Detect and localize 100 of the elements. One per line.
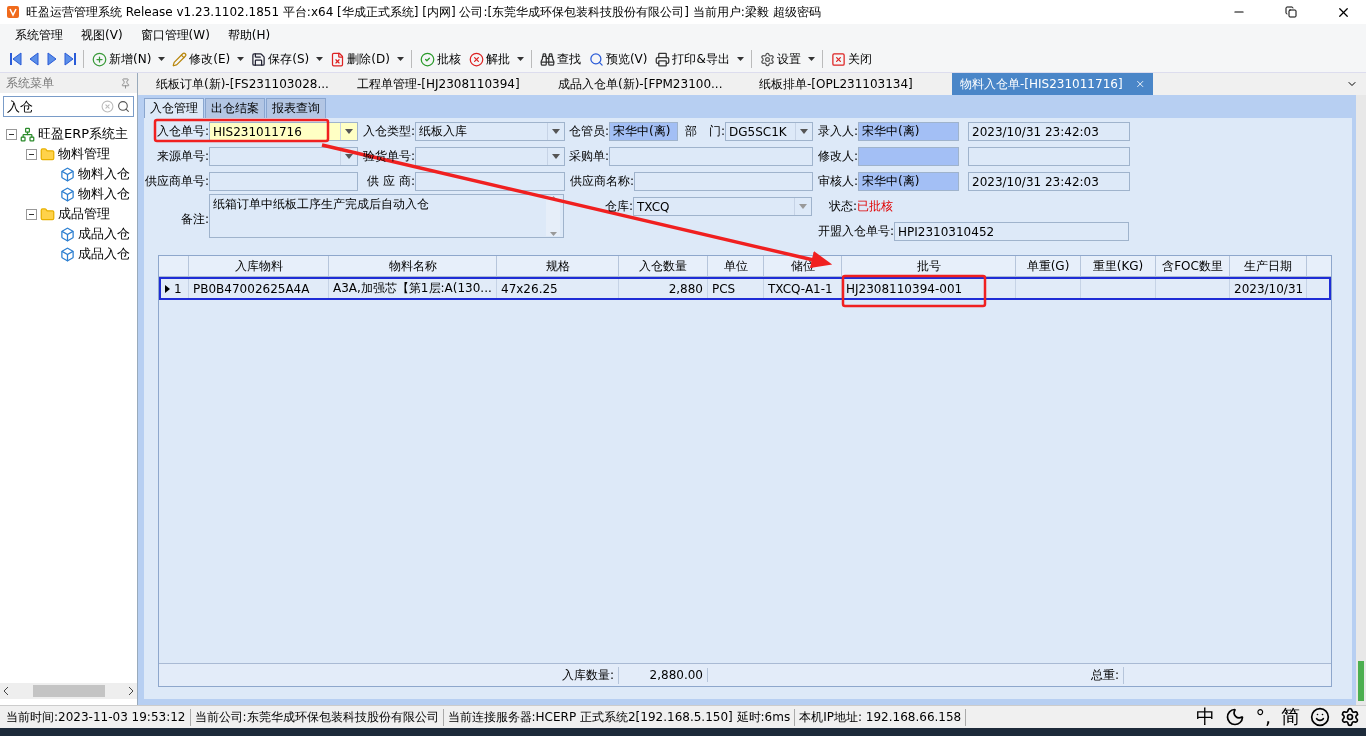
punctuation-mode[interactable]: °,: [1255, 706, 1271, 728]
combo-field[interactable]: 纸板入库: [415, 122, 565, 141]
field-label: 供应商名称:: [568, 173, 634, 190]
combo-field[interactable]: TXCQ: [633, 197, 812, 216]
column-header[interactable]: 物料名称: [329, 256, 497, 276]
column-header[interactable]: 入仓数量: [619, 256, 708, 276]
column-header[interactable]: 单重(G): [1016, 256, 1081, 276]
caret-icon[interactable]: [807, 57, 815, 61]
input-field[interactable]: 宋华中(离): [858, 172, 959, 191]
tree-item[interactable]: 成品入仓: [78, 225, 130, 243]
search-icon[interactable]: [117, 100, 130, 113]
input-field[interactable]: [968, 147, 1130, 166]
toolbar-button[interactable]: 设置: [756, 48, 804, 70]
caret-icon[interactable]: [237, 57, 245, 61]
toolbar-button[interactable]: 保存(S): [248, 48, 313, 70]
input-field[interactable]: 2023/10/31 23:42:03: [968, 122, 1130, 141]
dropdown-arrow-icon[interactable]: [552, 154, 560, 159]
toolbar-button[interactable]: 新增(N): [89, 48, 155, 70]
last-icon[interactable]: [62, 51, 78, 67]
combo-field[interactable]: [415, 147, 565, 166]
column-header[interactable]: 生产日期: [1230, 256, 1307, 276]
field-label: 部 门:: [683, 123, 725, 140]
menu-item[interactable]: 系统管理: [8, 26, 70, 44]
caret-icon[interactable]: [316, 57, 324, 61]
tab[interactable]: 出仓结案: [205, 98, 265, 118]
ime-mode[interactable]: 中: [1196, 704, 1216, 730]
table-cell: 2023/10/31: [1230, 279, 1307, 298]
vertical-scrollbar[interactable]: [1356, 95, 1366, 705]
input-field[interactable]: [634, 172, 813, 191]
moon-icon[interactable]: [1225, 707, 1246, 727]
toolbar-button[interactable]: 解批: [465, 48, 513, 70]
caret-icon[interactable]: [396, 57, 404, 61]
document-tab[interactable]: 工程单管理-[HJ2308110394]: [349, 73, 550, 95]
document-tab[interactable]: 纸板排单-[OPL231103134]: [751, 73, 952, 95]
input-field[interactable]: 2023/10/31 23:42:03: [968, 172, 1130, 191]
caret-icon[interactable]: [516, 57, 524, 61]
toolbar-button[interactable]: 关闭: [827, 48, 875, 70]
combo-field[interactable]: HIS231011716: [209, 122, 358, 141]
input-field[interactable]: 宋华中(离): [609, 122, 678, 141]
toolbar-button[interactable]: 批核: [416, 48, 464, 70]
tree-item[interactable]: 物料入仓: [78, 185, 130, 203]
dropdown-arrow-icon[interactable]: [345, 154, 353, 159]
tab[interactable]: 报表查询: [266, 98, 326, 118]
dropdown-arrow-icon[interactable]: [552, 129, 560, 134]
row-pointer-icon: [165, 284, 170, 293]
tree-item[interactable]: 物料入仓: [78, 165, 130, 183]
input-field[interactable]: HPI2310310452: [894, 222, 1129, 241]
toolbar-button[interactable]: 预览(V): [585, 48, 651, 70]
column-header[interactable]: 入库物料: [189, 256, 329, 276]
horizontal-scrollbar[interactable]: [0, 683, 137, 699]
first-icon[interactable]: [8, 51, 24, 67]
table-cell: A3A,加强芯【第1层:A(130...: [329, 279, 497, 298]
field-label: 采购单:: [567, 148, 609, 165]
summary-label: 入库数量:: [159, 666, 619, 684]
field-label: 仓管员:: [567, 123, 609, 140]
input-field[interactable]: [209, 172, 358, 191]
tree-item[interactable]: 物料管理: [58, 145, 110, 163]
table-row[interactable]: 1 PB0B47002625A4A A3A,加强芯【第1层:A(130... 47x26.25 2,880 PCS TXCQ-A1-1 HJ2308110394-001 2023/10/31: [159, 277, 1331, 300]
toolbar-button[interactable]: 查找: [536, 48, 584, 70]
collapse-toggle-icon[interactable]: [26, 148, 37, 160]
collapse-toggle-icon[interactable]: [6, 128, 17, 140]
column-header[interactable]: 单位: [708, 256, 764, 276]
document-tab[interactable]: 物料入仓单-[HIS231011716]: [952, 73, 1153, 95]
input-field[interactable]: [609, 147, 813, 166]
tree-item[interactable]: 旺盈ERP系统主: [38, 125, 129, 143]
combo-field[interactable]: DG5SC1K: [725, 122, 813, 141]
column-header[interactable]: 含FOC数里: [1156, 256, 1230, 276]
input-field[interactable]: [858, 147, 959, 166]
combo-field[interactable]: [209, 147, 358, 166]
caret-icon[interactable]: [158, 57, 166, 61]
toolbar-button[interactable]: 删除(D): [327, 48, 393, 70]
script-mode[interactable]: 简: [1281, 704, 1300, 730]
document-tab[interactable]: 纸板订单(新)-[FS231103028...: [148, 73, 349, 95]
tree-item[interactable]: 成品入仓: [78, 245, 130, 263]
delete-icon: [330, 51, 346, 67]
input-field[interactable]: 宋华中(离): [858, 122, 959, 141]
column-header[interactable]: 批号: [842, 256, 1016, 276]
menu-item[interactable]: 帮助(H): [220, 26, 278, 44]
toolbar-button[interactable]: 修改(E): [169, 48, 234, 70]
dropdown-arrow-icon[interactable]: [345, 129, 353, 134]
document-tab[interactable]: 成品入仓单(新)-[FPM23100...: [550, 73, 751, 95]
settings-icon[interactable]: [1340, 707, 1360, 727]
scroll-right-icon[interactable]: [128, 687, 133, 695]
search-field[interactable]: 入仓: [3, 96, 134, 117]
cube-icon: [60, 226, 75, 242]
menu-item[interactable]: 窗口管理(W): [133, 26, 217, 44]
caret-icon[interactable]: [736, 57, 744, 61]
column-header[interactable]: 规格: [497, 256, 619, 276]
menu-item[interactable]: 视图(V): [74, 26, 130, 44]
tab[interactable]: 入仓管理: [144, 98, 204, 118]
summary-label: 总重:: [708, 666, 1124, 684]
column-header[interactable]: 重里(KG): [1081, 256, 1156, 276]
smiley-icon[interactable]: [1310, 707, 1330, 727]
tree-item[interactable]: 成品管理: [58, 205, 110, 223]
toolbar-button[interactable]: 打印&导出: [652, 48, 733, 70]
scroll-left-icon[interactable]: [4, 687, 9, 695]
memo-field[interactable]: 纸箱订单中纸板工序生产完成后自动入仓: [209, 194, 564, 238]
collapse-toggle-icon[interactable]: [26, 208, 37, 220]
dropdown-arrow-icon[interactable]: [800, 129, 808, 134]
restore-icon[interactable]: [1285, 6, 1297, 18]
